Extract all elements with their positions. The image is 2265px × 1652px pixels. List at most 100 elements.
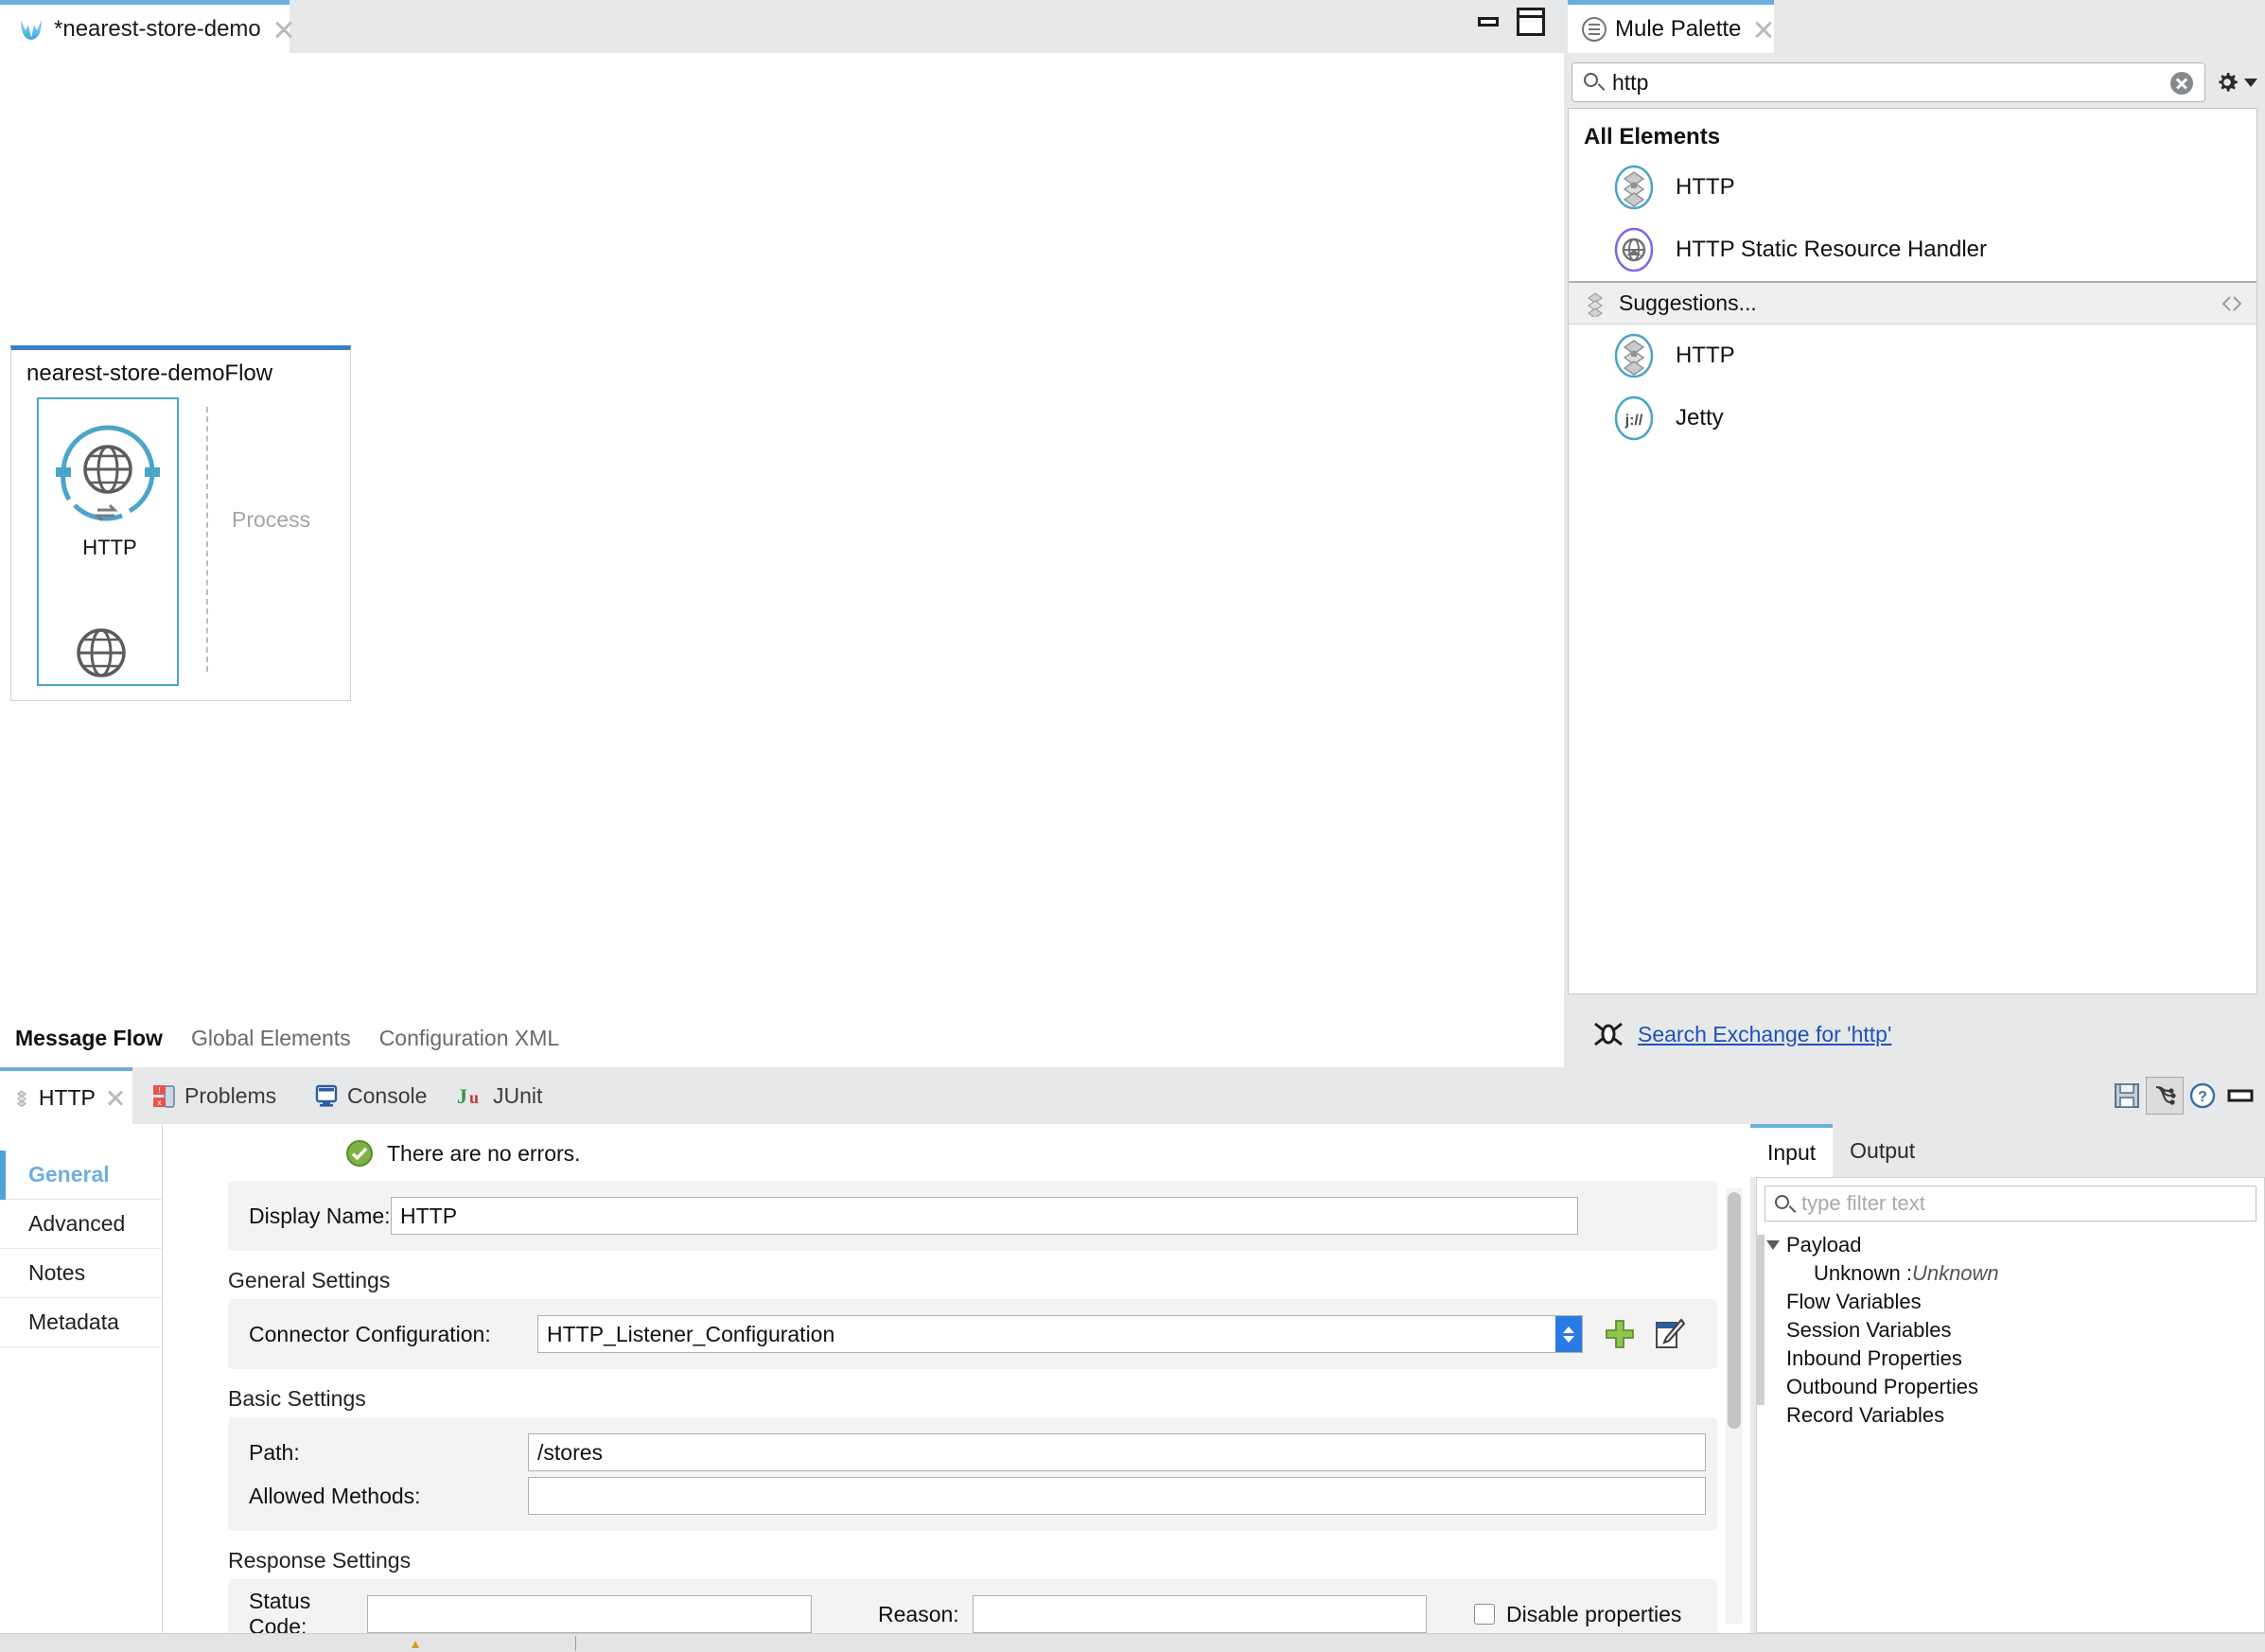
tab-configuration-xml[interactable]: Configuration XML	[379, 1026, 560, 1051]
tree-item-inbound-properties[interactable]: Inbound Properties	[1766, 1344, 2258, 1373]
palette-search-value: http	[1612, 69, 1649, 95]
tab-message-flow[interactable]: Message Flow	[15, 1026, 163, 1051]
editor-tab-nearest-store-demo[interactable]: *nearest-store-demo	[0, 0, 290, 53]
editor-view-tabs: Message Flow Global Elements Configurati…	[0, 1009, 1564, 1067]
suggestions-section-header[interactable]: Suggestions...	[1569, 281, 2256, 325]
metadata-panel: Input Output type filter text Payload Un…	[1750, 1124, 2265, 1633]
clear-icon[interactable]	[2170, 72, 2193, 95]
tree-item-label: Unknown :	[1814, 1261, 1912, 1285]
tab-global-elements[interactable]: Global Elements	[191, 1026, 351, 1051]
display-name-group: Display Name: HTTP	[228, 1181, 1717, 1251]
close-icon[interactable]	[1751, 17, 1776, 42]
properties-scrollbar[interactable]	[1726, 1188, 1743, 1624]
flow-canvas[interactable]: nearest-store-demoFlow HTTP Process	[0, 53, 1564, 1039]
source-label: HTTP	[82, 536, 137, 559]
http-static-resource-handler-icon	[1614, 227, 1654, 272]
tree-item-flow-variables[interactable]: Flow Variables	[1766, 1288, 2258, 1316]
status-divider	[575, 1636, 576, 1651]
tree-item-label: Record Variables	[1786, 1403, 1945, 1427]
palette-search-row: http	[1564, 59, 2265, 106]
side-tab-metadata[interactable]: Metadata	[0, 1298, 162, 1347]
globe-icon[interactable]	[75, 626, 128, 679]
tab-output[interactable]: Output	[1833, 1124, 1932, 1177]
status-code-row: Status Code: Reason: Disable properties	[228, 1589, 1717, 1633]
tree-item-payload[interactable]: Payload	[1766, 1231, 2258, 1259]
palette-list-icon	[1582, 16, 1607, 42]
mule-palette-panel: Mule Palette http All Elements HTTP HTTP…	[1564, 0, 2265, 1067]
problems-icon: ! x	[153, 1085, 175, 1108]
tab-mule-palette[interactable]: Mule Palette	[1568, 0, 1774, 53]
suggestions-label: Suggestions...	[1619, 290, 1757, 315]
close-icon[interactable]	[105, 1087, 119, 1108]
disable-properties-checkbox[interactable]	[1474, 1604, 1495, 1625]
allowed-methods-input[interactable]	[528, 1477, 1706, 1515]
metadata-filter-placeholder: type filter text	[1801, 1191, 1925, 1215]
process-placeholder-label: Process	[232, 507, 311, 532]
allowed-methods-label: Allowed Methods:	[249, 1483, 421, 1508]
palette-item-label: Jetty	[1676, 405, 1724, 431]
collapse-icon[interactable]	[2221, 294, 2243, 313]
metadata-filter-input[interactable]: type filter text	[1765, 1186, 2256, 1221]
close-icon[interactable]	[272, 17, 296, 42]
palette-item-label: HTTP	[1676, 343, 1735, 368]
palette-search-input[interactable]: http	[1571, 62, 2205, 102]
gear-icon[interactable]	[2215, 70, 2239, 95]
display-name-input[interactable]: HTTP	[391, 1197, 1578, 1235]
tab-console[interactable]: Console	[301, 1067, 440, 1124]
anypoint-studio-window: *nearest-store-demo nearest-store-demoFl…	[0, 0, 2265, 1652]
suggestion-item-http[interactable]: HTTP	[1569, 325, 2256, 387]
properties-side-tabs: General Advanced Notes Metadata	[0, 1124, 163, 1633]
tree-item-outbound-properties[interactable]: Outbound Properties	[1766, 1373, 2258, 1401]
minimize-icon[interactable]	[1476, 11, 1502, 34]
chevron-updown-icon[interactable]	[1555, 1316, 1582, 1352]
svg-text:j://: j://	[1624, 413, 1643, 429]
plus-icon[interactable]	[1604, 1318, 1636, 1350]
path-input[interactable]: /stores	[528, 1433, 1706, 1471]
metadata-tab-bar: Input Output	[1750, 1124, 1932, 1177]
side-tab-advanced[interactable]: Advanced	[0, 1200, 162, 1249]
tab-http[interactable]: HTTP	[0, 1067, 132, 1124]
svg-text:x: x	[158, 1098, 162, 1107]
side-tab-notes[interactable]: Notes	[0, 1249, 162, 1298]
connector-configuration-select[interactable]: HTTP_Listener_Configuration	[537, 1315, 1583, 1353]
tree-item-label: Payload	[1786, 1233, 1862, 1257]
save-icon[interactable]	[2108, 1077, 2146, 1115]
side-tab-label: Advanced	[28, 1211, 126, 1236]
link-tree-icon[interactable]	[2146, 1077, 2184, 1115]
tree-item-unknown[interactable]: Unknown : Unknown	[1766, 1259, 2258, 1288]
tab-junit[interactable]: J u JUnit	[443, 1067, 555, 1124]
chevron-down-icon[interactable]	[2244, 78, 2257, 87]
palette-view-menu[interactable]	[2215, 70, 2257, 95]
path-row: Path: /stores	[228, 1431, 1717, 1474]
tree-item-record-variables[interactable]: Record Variables	[1766, 1401, 2258, 1430]
status-code-label: Status Code:	[249, 1589, 311, 1633]
http-listener-globe-icon[interactable]	[56, 420, 160, 524]
palette-tab-label: Mule Palette	[1615, 15, 1742, 42]
minimize-icon[interactable]	[2221, 1077, 2259, 1115]
path-label: Path:	[249, 1439, 300, 1465]
suggestion-item-jetty[interactable]: j:// Jetty	[1569, 387, 2256, 449]
tab-problems[interactable]: ! x Problems	[138, 1067, 290, 1124]
source-section[interactable]: HTTP	[37, 397, 179, 686]
status-code-input[interactable]	[367, 1595, 812, 1633]
tab-label: JUnit	[493, 1082, 543, 1108]
side-tab-label: Notes	[28, 1260, 86, 1285]
palette-item-http[interactable]: HTTP	[1569, 156, 2256, 219]
reason-input[interactable]	[973, 1595, 1427, 1633]
palette-tab-bar: Mule Palette	[1564, 0, 2265, 53]
http-connector-icon	[1588, 291, 1603, 317]
search-icon	[1584, 73, 1598, 87]
metadata-scrollbar[interactable]	[1757, 1235, 1765, 1405]
side-tab-general[interactable]: General	[0, 1151, 162, 1200]
tree-item-label: Inbound Properties	[1786, 1346, 1962, 1370]
edit-icon[interactable]	[1653, 1318, 1685, 1350]
palette-item-http-static-resource-handler[interactable]: HTTP Static Resource Handler	[1569, 219, 2256, 281]
maximize-icon[interactable]	[1517, 8, 1545, 36]
help-icon[interactable]: ?	[2184, 1077, 2221, 1115]
triangle-down-icon[interactable]	[1766, 1240, 1780, 1250]
tree-item-session-variables[interactable]: Session Variables	[1766, 1316, 2258, 1344]
flow-container[interactable]: nearest-store-demoFlow HTTP Process	[10, 345, 351, 1039]
tab-input[interactable]: Input	[1750, 1124, 1834, 1177]
response-settings-label: Response Settings	[228, 1548, 412, 1573]
search-exchange-link[interactable]: Search Exchange for 'http'	[1638, 1022, 1891, 1047]
